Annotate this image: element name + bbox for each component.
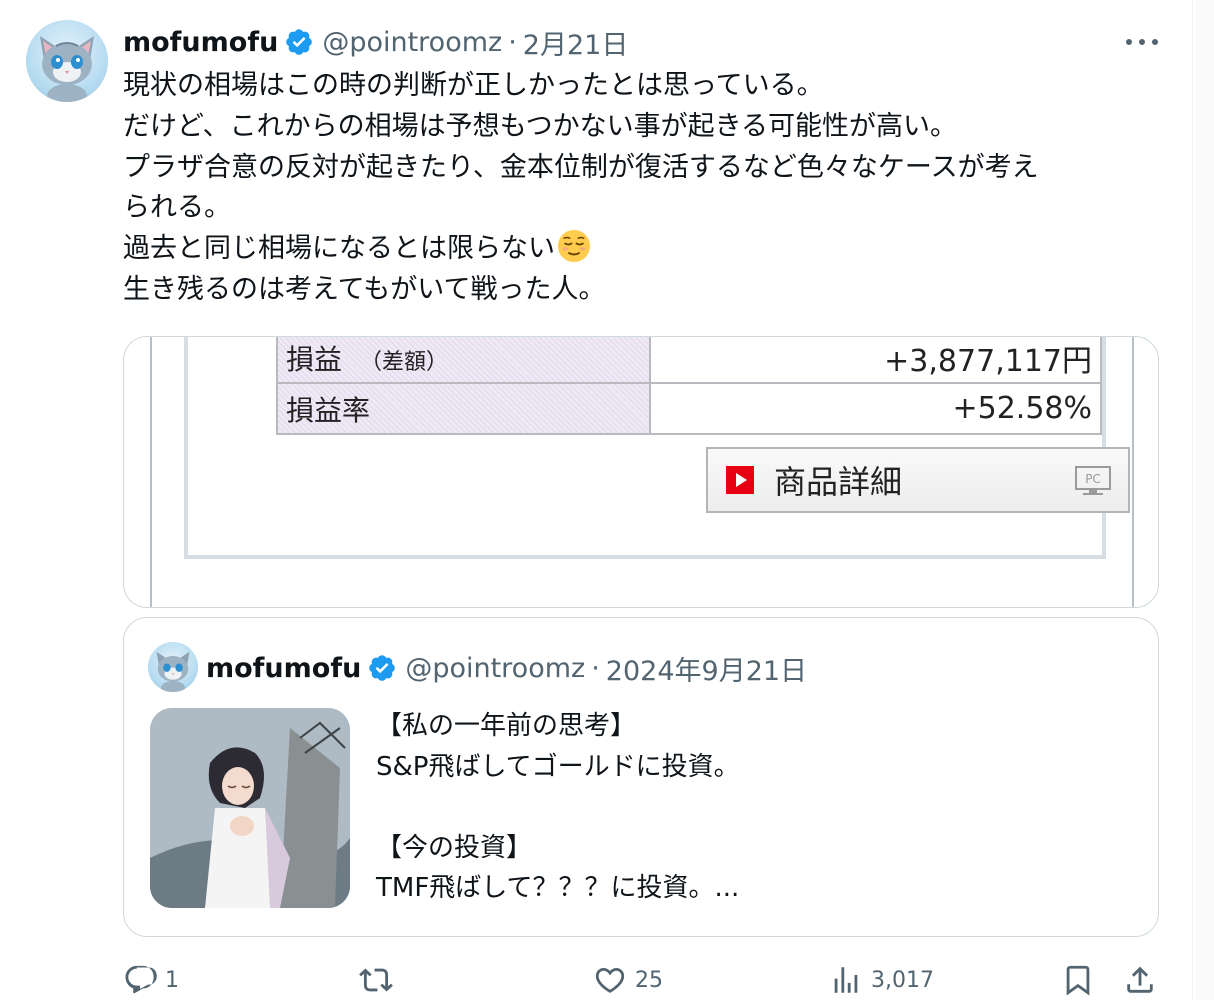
profit-label-note: （差額）: [360, 349, 449, 375]
views-count: 3,017: [871, 967, 934, 993]
quoted-line: 【今の投資】: [376, 832, 533, 863]
reply-button[interactable]: 1: [123, 958, 179, 1002]
like-button[interactable]: 25: [593, 958, 663, 1002]
quoted-tweet-card[interactable]: mofumofu @pointroomz · 2024年9月21日 【私の一年前…: [123, 617, 1159, 937]
profit-rate-label: 損益率: [275, 382, 652, 435]
quoted-line: [376, 787, 740, 828]
quoted-author-avatar: [148, 642, 198, 692]
quoted-tweet-text: 【私の一年前の思考】 S&P飛ばしてゴールドに投資。 【今の投資】 TMF飛ばし…: [376, 706, 740, 909]
relieved-face-emoji-icon: [557, 230, 591, 263]
header-separator: ·: [508, 26, 517, 58]
quoted-line: S&P飛ばしてゴールドに投資。: [376, 751, 740, 782]
column-divider: [1192, 0, 1193, 1000]
share-icon: [1127, 966, 1153, 993]
views-chart-icon: [834, 967, 858, 993]
share-button[interactable]: [1123, 958, 1157, 1002]
retweet-button[interactable]: [359, 958, 401, 1002]
pc-monitor-icon: PC: [1075, 466, 1111, 495]
product-detail-label: 商品詳細: [774, 463, 903, 501]
tweet-line: 生き残るのは考えてもがいて戦った人。: [123, 273, 606, 305]
profit-label-cell: 損益 （差額）: [275, 337, 652, 384]
views-button[interactable]: 3,017: [829, 958, 934, 1002]
tweet-line: られる。: [123, 192, 231, 224]
tweet-date[interactable]: 2月21日: [523, 23, 629, 62]
verified-badge-icon[interactable]: [284, 27, 314, 57]
tweet-line: 過去と同じ相場になるとは限らない: [123, 233, 555, 265]
bookmark-button[interactable]: [1061, 958, 1095, 1002]
author-avatar[interactable]: [26, 20, 108, 102]
verified-badge-icon: [369, 655, 396, 681]
cat-avatar-icon: [40, 36, 94, 102]
anime-girl-image-icon: [150, 708, 350, 908]
author-handle[interactable]: @pointroomz: [322, 27, 502, 58]
profit-rate-value: +52.58%: [649, 382, 1102, 435]
author-name[interactable]: mofumofu: [123, 27, 278, 58]
tweet-line-with-emoji: 過去と同じ相場になるとは限らない: [123, 229, 1163, 270]
tweet-media-image[interactable]: 損益 （差額） +3,877,117円 損益率 +52.58% 商品詳細 PC: [123, 336, 1159, 608]
tweet-header: mofumofu @pointroomz · 2月21日: [123, 22, 628, 62]
profit-label: 損益: [286, 342, 343, 376]
quoted-tweet-date: 2024年9月21日: [605, 655, 808, 687]
play-icon: [726, 466, 754, 494]
profit-table: 損益 （差額） +3,877,117円 損益率 +52.58%: [275, 337, 1102, 435]
profit-panel: 損益 （差額） +3,877,117円 損益率 +52.58% 商品詳細 PC: [184, 337, 1130, 559]
scrollbar-track[interactable]: [1196, 0, 1214, 1000]
heart-icon: [595, 967, 625, 993]
bookmark-icon: [1066, 965, 1090, 996]
tweet-line: だけど、これからの相場は予想もつかない事が起きる可能性が高い。: [123, 110, 958, 142]
image-frame-right: [1132, 337, 1134, 607]
more-options-icon[interactable]: [1118, 28, 1166, 56]
tweet-line: プラザ合意の反対が起きたり、金本位制が復活するなど色々なケースが考え: [123, 151, 1039, 183]
pc-badge-text: PC: [1085, 472, 1101, 486]
cat-avatar-icon: [156, 651, 190, 692]
product-detail-button: 商品詳細 PC: [706, 447, 1130, 513]
tweet-action-bar: 1 25 3,017: [123, 958, 1163, 1002]
reply-count: 1: [165, 967, 179, 993]
retweet-icon: [359, 968, 393, 992]
tweet-line: 現状の相場はこの時の判断が正しかったとは思っている。: [123, 70, 824, 101]
profit-value: +3,877,117円: [649, 337, 1102, 384]
like-count: 25: [635, 967, 663, 993]
table-row: 損益率 +52.58%: [275, 382, 1102, 435]
header-separator: ·: [591, 652, 600, 684]
quoted-line: TMF飛ばして？？？に投資。...: [376, 873, 740, 904]
quoted-line: 【私の一年前の思考】: [376, 711, 637, 741]
quoted-tweet-thumbnail: [150, 708, 350, 908]
quoted-author-name: mofumofu: [206, 652, 362, 684]
reply-icon: [125, 965, 157, 994]
tweet-text: 現状の相場はこの時の判断が正しかったとは思っている。 だけど、これからの相場は予…: [123, 66, 1163, 311]
quoted-tweet-header: mofumofu @pointroomz · 2024年9月21日: [206, 648, 807, 688]
image-frame-left: [150, 337, 152, 607]
table-row: 損益 （差額） +3,877,117円: [275, 337, 1102, 384]
quoted-author-handle: @pointroomz: [405, 652, 586, 684]
